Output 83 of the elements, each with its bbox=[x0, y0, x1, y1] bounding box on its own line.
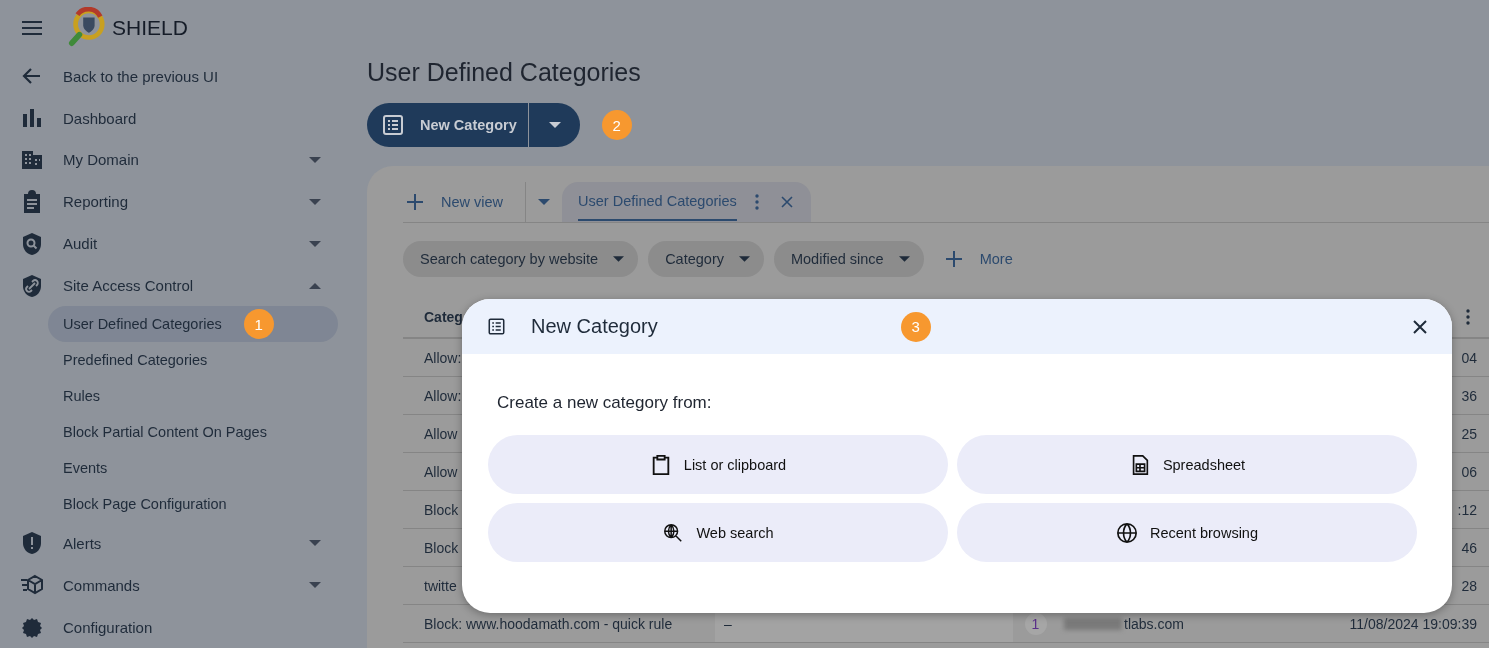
sidebar-subitem[interactable]: Predefined Categories bbox=[48, 342, 338, 379]
sidebar-subitem-label: Rules bbox=[63, 388, 101, 405]
shield-search-icon bbox=[20, 231, 44, 256]
option-button[interactable]: Spreadsheet bbox=[957, 435, 1417, 494]
new-view-button[interactable]: New view bbox=[403, 194, 504, 210]
sidebar-subitem[interactable]: Rules bbox=[48, 378, 338, 415]
caret-down-icon[interactable] bbox=[548, 122, 561, 128]
sidebar-subitem-label: Events bbox=[63, 460, 108, 477]
more-vertical-icon[interactable] bbox=[1466, 309, 1470, 325]
sidebar-item[interactable]: Commands bbox=[0, 564, 367, 607]
table-cell: 06 bbox=[1461, 463, 1477, 480]
option-button[interactable]: Web search bbox=[488, 503, 948, 562]
sidebar-subitem-label: Block Page Configuration bbox=[63, 496, 227, 513]
table-cell: Block bbox=[424, 501, 459, 518]
table-cell: :12 bbox=[1457, 501, 1477, 518]
web-search-icon bbox=[662, 521, 685, 544]
sidebar-subitem[interactable]: User Defined Categories 1 bbox=[48, 306, 338, 343]
list-icon bbox=[383, 115, 403, 135]
table-cell: 11/08/2024 19:09:39 bbox=[1349, 615, 1477, 632]
new-category-label: New Category bbox=[420, 117, 517, 133]
step-badge: 2 bbox=[601, 110, 632, 140]
option-button[interactable]: Recent browsing bbox=[957, 503, 1417, 562]
chart-icon bbox=[20, 106, 44, 130]
table-cell: 04 bbox=[1461, 349, 1477, 366]
sidebar-subitem[interactable]: Events bbox=[48, 450, 338, 487]
step-badge: 1 bbox=[243, 309, 274, 340]
sidebar-item[interactable]: Site Access Control bbox=[0, 264, 367, 307]
table-cell: – bbox=[724, 615, 732, 632]
caret-down-icon[interactable] bbox=[538, 199, 551, 205]
globe-icon bbox=[1116, 521, 1138, 544]
sidebar-item[interactable]: Audit bbox=[0, 222, 367, 265]
table-cell: 25 bbox=[1461, 425, 1477, 442]
dialog-title: New Category bbox=[531, 315, 658, 338]
shield-alert-icon bbox=[20, 531, 44, 556]
sidebar-subitem[interactable]: Block Page Configuration bbox=[48, 486, 338, 523]
column-header: Categ bbox=[424, 309, 464, 325]
sidebar-subitem[interactable]: Block Partial Content On Pages bbox=[48, 414, 338, 451]
app-name: SHIELD bbox=[112, 15, 188, 40]
sidebar-item[interactable]: My Domain bbox=[0, 138, 367, 181]
list-icon bbox=[488, 318, 505, 335]
plus-icon bbox=[945, 251, 962, 267]
table-cell: tlabs.com bbox=[1124, 615, 1184, 632]
gear-icon bbox=[20, 615, 44, 640]
table-cell: Allow: bbox=[424, 387, 462, 404]
sidebar-item[interactable]: Alerts bbox=[0, 522, 367, 565]
caret-down-icon bbox=[898, 256, 910, 262]
sidebar-item[interactable]: Configuration bbox=[0, 606, 367, 648]
menu-icon[interactable] bbox=[22, 20, 42, 35]
table-cell: 28 bbox=[1461, 577, 1477, 594]
filter-chip[interactable]: Category bbox=[648, 241, 764, 277]
sidebar-subitem-label: Block Partial Content On Pages bbox=[63, 424, 267, 441]
page-title: User Defined Categories bbox=[367, 58, 642, 87]
more-vertical-icon[interactable] bbox=[754, 194, 759, 210]
new-category-split-button[interactable]: New Category bbox=[367, 103, 580, 147]
shield-link-icon bbox=[20, 273, 44, 298]
filter-chip[interactable]: Search category by website bbox=[403, 241, 639, 277]
table-cell: Block bbox=[424, 539, 459, 556]
step-badge: 3 bbox=[900, 311, 931, 342]
sidebar-item[interactable]: Reporting bbox=[0, 180, 367, 223]
redacted-text bbox=[1064, 617, 1122, 630]
table-cell: 36 bbox=[1461, 387, 1477, 404]
table-cell: 46 bbox=[1461, 539, 1477, 556]
view-tab-label: User Defined Categories bbox=[578, 183, 737, 221]
close-icon[interactable] bbox=[1413, 319, 1427, 334]
view-tab[interactable]: User Defined Categories bbox=[562, 182, 811, 222]
filter-chip[interactable]: Modified since bbox=[773, 241, 924, 277]
count-badge: 1 bbox=[1024, 612, 1047, 635]
option-button[interactable]: List or clipboard bbox=[488, 435, 948, 494]
sidebar-subitem-label: User Defined Categories bbox=[63, 316, 222, 333]
sidebar-item[interactable]: Back to the previous UI bbox=[0, 55, 367, 98]
plus-icon bbox=[407, 194, 423, 210]
dialog-prompt: Create a new category from: bbox=[497, 393, 713, 413]
sidebar-subitem-label: Predefined Categories bbox=[63, 352, 208, 369]
magnifier-logo-icon bbox=[68, 6, 106, 49]
table-cell: Allow: bbox=[424, 349, 462, 366]
table-cell: twitte bbox=[424, 577, 457, 594]
caret-down-icon bbox=[613, 256, 625, 262]
more-filters-button[interactable]: More bbox=[933, 251, 1013, 267]
table-cell: Allow bbox=[424, 425, 458, 442]
caret-down-icon bbox=[738, 256, 750, 262]
table-cell: Allow bbox=[424, 463, 458, 480]
table-cell: Block: www.hoodamath.com - quick rule bbox=[424, 615, 673, 632]
sidebar-item[interactable]: Dashboard bbox=[0, 97, 367, 139]
